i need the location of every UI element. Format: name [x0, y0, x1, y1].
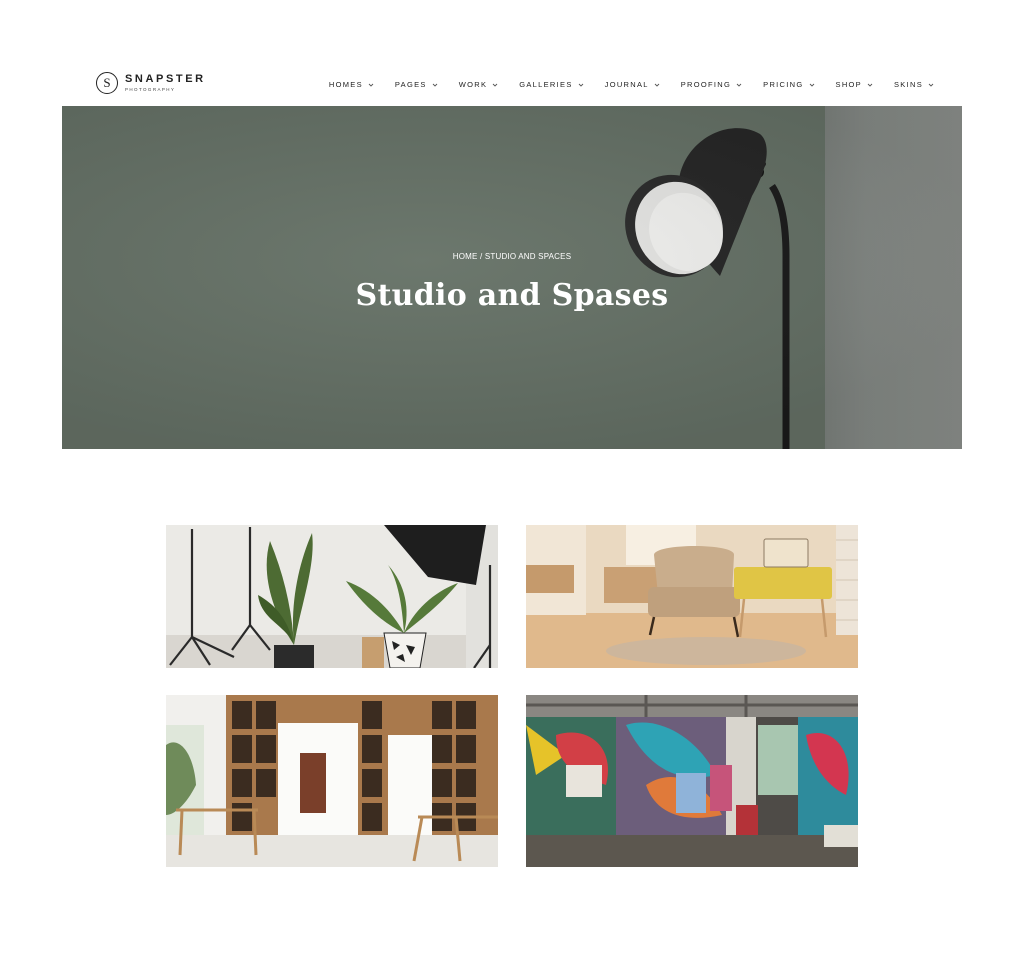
gallery-image-graffiti-loft[interactable] — [526, 695, 858, 867]
nav-item-galleries[interactable]: GALLERIES — [519, 80, 583, 89]
logo-text: SNAPSTER PHOTOGRAPHY — [125, 72, 206, 93]
logo-mark: S — [96, 72, 118, 94]
page-title: Studio and Spases — [355, 278, 669, 313]
nav-item-homes[interactable]: HOMES — [329, 80, 374, 89]
chevron-down-icon — [928, 83, 934, 87]
armchair-room-photo — [526, 525, 858, 668]
nav-label: WORK — [458, 80, 488, 89]
nav-item-pricing[interactable]: PRICING — [763, 80, 814, 89]
breadcrumb-home-link[interactable]: HOME — [453, 252, 478, 261]
chevron-down-icon — [867, 83, 873, 87]
nav-label: JOURNAL — [604, 80, 649, 89]
main-nav: HOMES PAGES WORK GALLERIES JOURNAL PROOF… — [329, 80, 934, 89]
nav-label: SKINS — [893, 80, 923, 89]
nav-label: SHOP — [835, 80, 862, 89]
nav-item-pages[interactable]: PAGES — [395, 80, 438, 89]
nav-label: PROOFING — [680, 80, 732, 89]
chevron-down-icon — [368, 83, 374, 87]
studio-photo — [166, 525, 498, 668]
nav-label: HOMES — [328, 80, 363, 89]
nav-item-journal[interactable]: JOURNAL — [605, 80, 660, 89]
gallery-image-shelving-room[interactable] — [166, 695, 498, 867]
logo[interactable]: S SNAPSTER PHOTOGRAPHY — [96, 72, 206, 94]
chevron-down-icon — [809, 83, 814, 87]
logo-name: SNAPSTER — [125, 72, 206, 85]
logo-tagline: PHOTOGRAPHY — [125, 86, 176, 92]
nav-label: PRICING — [763, 80, 804, 89]
nav-label: PAGES — [394, 80, 427, 89]
site-header: S SNAPSTER PHOTOGRAPHY HOMES PAGES WORK … — [0, 0, 1024, 106]
chevron-down-icon — [578, 83, 583, 87]
chevron-down-icon — [492, 83, 498, 87]
nav-item-proofing[interactable]: PROOFING — [681, 80, 742, 89]
breadcrumb: HOME / STUDIO AND SPACES — [62, 252, 962, 261]
nav-item-skins[interactable]: SKINS — [894, 80, 934, 89]
nav-item-shop[interactable]: SHOP — [836, 80, 873, 89]
gallery-image-studio[interactable] — [166, 525, 498, 668]
chevron-down-icon — [432, 83, 438, 87]
page-hero: HOME / STUDIO AND SPACES Studio and Spas… — [62, 106, 962, 449]
nav-item-work[interactable]: WORK — [459, 80, 499, 89]
breadcrumb-separator: / — [477, 252, 485, 261]
shelving-room-photo — [166, 695, 498, 867]
nav-label: GALLERIES — [519, 80, 573, 89]
breadcrumb-current: STUDIO AND SPACES — [484, 252, 572, 261]
chevron-down-icon — [654, 83, 660, 87]
graffiti-loft-photo — [526, 695, 858, 867]
gallery-image-armchair-room[interactable] — [526, 525, 858, 668]
chevron-down-icon — [736, 83, 742, 87]
